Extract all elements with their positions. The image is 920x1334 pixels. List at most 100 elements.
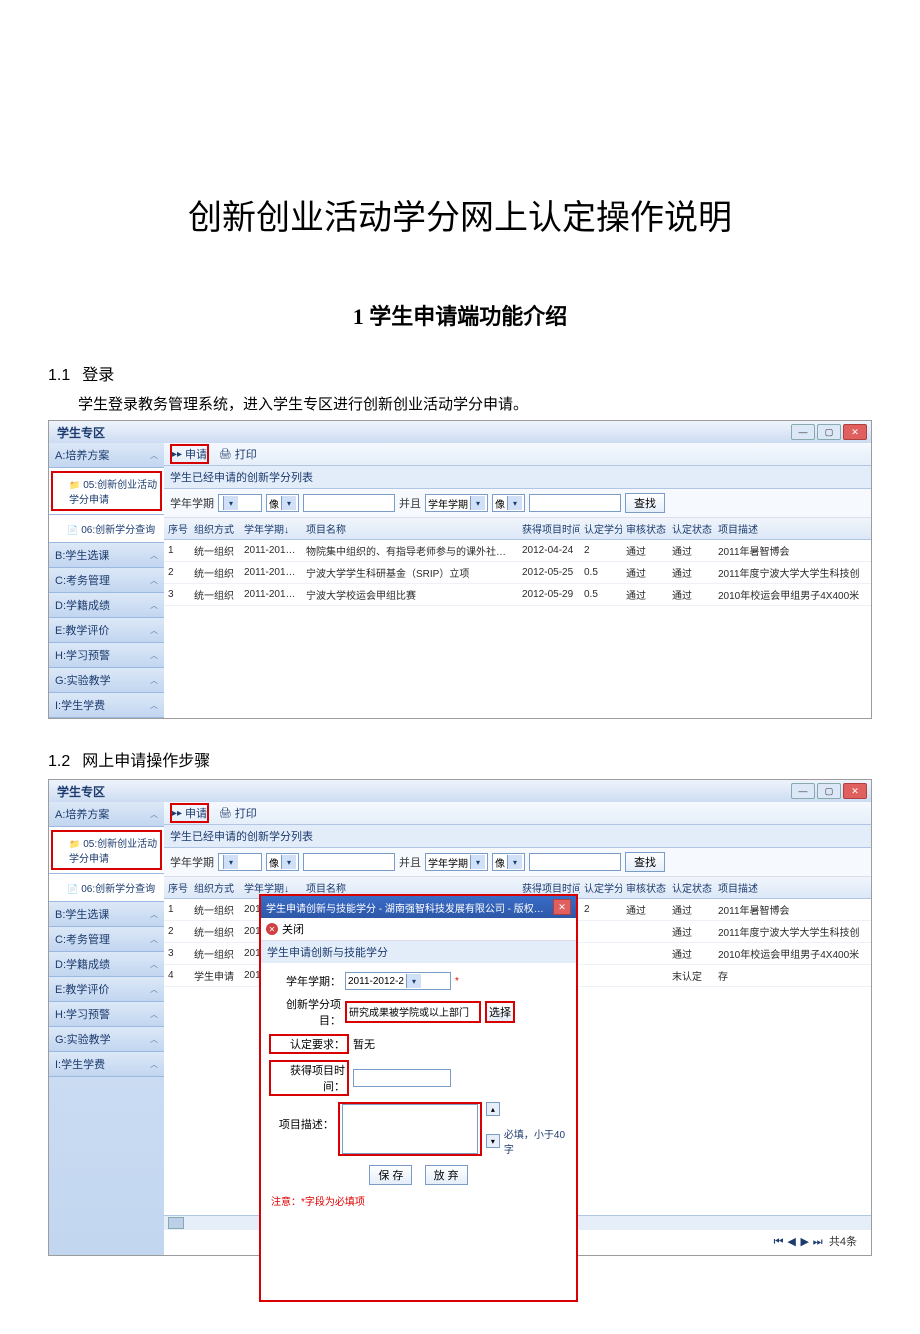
table-cell: 2010年校运会甲组男子4X400米 xyxy=(714,584,871,606)
sidebar-section[interactable]: G:实验教学︿ xyxy=(49,668,164,693)
sidebar-item[interactable]: 06:创新学分查询 xyxy=(51,877,162,898)
close-button[interactable]: ✕ xyxy=(843,424,867,440)
filter-op-select[interactable]: 像▾ xyxy=(266,494,299,512)
sidebar-section[interactable]: H:学习预警︿ xyxy=(49,643,164,668)
minimize-button[interactable]: — xyxy=(791,783,815,799)
column-header[interactable]: 认定学分 xyxy=(580,877,622,899)
column-header[interactable]: 序号 xyxy=(164,518,190,540)
table-cell: 2011年暑智博会 xyxy=(714,540,871,562)
filter-field2-select[interactable]: 学年学期▾ xyxy=(425,853,488,871)
page-prev-button[interactable]: ◀ xyxy=(787,1235,797,1248)
filter-field-select[interactable]: ▾ xyxy=(218,494,262,512)
search-button[interactable]: 查找 xyxy=(625,493,665,513)
sidebar-section[interactable]: A:培养方案︿ xyxy=(49,802,164,827)
column-header[interactable]: 组织方式 xyxy=(190,877,240,899)
dialog-close-link[interactable]: 关闭 xyxy=(282,921,304,937)
column-header[interactable]: 组织方式 xyxy=(190,518,240,540)
sidebar-section[interactable]: D:学籍成绩︿ xyxy=(49,952,164,977)
column-header[interactable]: 审核状态 xyxy=(622,518,668,540)
apply-button[interactable]: ▸▸申请 xyxy=(170,803,209,823)
column-header[interactable]: 项目名称 xyxy=(302,518,518,540)
cancel-button[interactable]: 放 弃 xyxy=(425,1165,468,1185)
filter-field-select[interactable]: ▾ xyxy=(218,853,262,871)
chevron-down-icon: ▾ xyxy=(406,974,421,988)
sidebar-section[interactable]: D:学籍成绩︿ xyxy=(49,593,164,618)
save-button[interactable]: 保 存 xyxy=(369,1165,412,1185)
filter-op2-select[interactable]: 像▾ xyxy=(492,853,525,871)
project-input[interactable]: 研究成果被学院或以上部门 xyxy=(345,1001,481,1023)
sidebar-item[interactable]: 05:创新创业活动学分申请 xyxy=(51,471,162,511)
table-row[interactable]: 3统一组织2011-2012-2宁波大学校运会甲组比赛2012-05-290.5… xyxy=(164,584,871,606)
filter-field2-select[interactable]: 学年学期▾ xyxy=(425,494,488,512)
print-button[interactable]: 🖨打印 xyxy=(219,446,257,462)
close-button[interactable]: ✕ xyxy=(843,783,867,799)
table-row[interactable]: 1统一组织2011-2012-2物院集中组织的、有指导老师参与的课外社会实践活2… xyxy=(164,540,871,562)
page-next-button[interactable]: ▶ xyxy=(800,1235,810,1248)
table-cell: 2 xyxy=(164,562,190,584)
list-caption: 学生已经申请的创新学分列表 xyxy=(164,466,871,489)
sidebar-section[interactable]: G:实验教学︿ xyxy=(49,1027,164,1052)
print-button[interactable]: 🖨打印 xyxy=(219,805,257,821)
column-header[interactable]: 获得项目时间 xyxy=(518,518,580,540)
term-select[interactable]: 2011-2012-2▾ xyxy=(345,972,451,990)
sidebar-item[interactable]: 05:创新创业活动学分申请 xyxy=(51,830,162,870)
column-header[interactable]: 认定学分 xyxy=(580,518,622,540)
search-button[interactable]: 查找 xyxy=(625,852,665,872)
page-first-button[interactable]: ⏮ xyxy=(774,1236,784,1249)
apply-button[interactable]: ▸▸申请 xyxy=(170,444,209,464)
maximize-button[interactable]: ▢ xyxy=(817,783,841,799)
column-header[interactable]: 认定状态 xyxy=(668,518,714,540)
filter-op-select[interactable]: 像▾ xyxy=(266,853,299,871)
table-cell: 2011年暑智博会 xyxy=(714,899,871,921)
section-number: 1.1 xyxy=(48,367,70,384)
screenshot-2: 学生专区 — ▢ ✕ A:培养方案︿05:创新创业活动学分申请06:创新学分查询… xyxy=(48,779,872,1256)
table-cell: 通过 xyxy=(622,584,668,606)
table-row[interactable]: 2统一组织2011-2012-2宁波大学学生科研基金（SRIP）立项2012-0… xyxy=(164,562,871,584)
apply-icon: ▸▸ xyxy=(172,449,182,460)
table-cell: 通过 xyxy=(668,584,714,606)
filter-value-input[interactable] xyxy=(303,853,395,871)
column-header[interactable]: 序号 xyxy=(164,877,190,899)
sidebar-section[interactable]: E:教学评价︿ xyxy=(49,977,164,1002)
filter-op2-select[interactable]: 像▾ xyxy=(492,494,525,512)
obtain-time-input[interactable] xyxy=(353,1069,451,1087)
minimize-button[interactable]: — xyxy=(791,424,815,440)
screenshot-1: 学生专区 — ▢ ✕ A:培养方案︿ 05:创新创业活动学分申请 06:创新学分查询… xyxy=(48,420,872,719)
sidebar-section[interactable]: I:学生学费︿ xyxy=(49,693,164,718)
column-header[interactable]: 认定状态 xyxy=(668,877,714,899)
table-cell: 2011-2012-2 xyxy=(240,584,302,606)
table-cell: 2 xyxy=(580,540,622,562)
sidebar-section[interactable]: H:学习预警︿ xyxy=(49,1002,164,1027)
scroll-down-button[interactable]: ▾ xyxy=(486,1134,500,1148)
column-header[interactable]: 项目描述 xyxy=(714,518,871,540)
page-last-button[interactable]: ⏭ xyxy=(813,1236,823,1249)
column-header[interactable]: 学年学期↓ xyxy=(240,518,302,540)
sidebar-section[interactable]: C:考务管理︿ xyxy=(49,568,164,593)
filter-value-input[interactable] xyxy=(303,494,395,512)
sidebar-section[interactable]: A:培养方案︿ xyxy=(49,443,164,468)
column-header[interactable]: 项目描述 xyxy=(714,877,871,899)
chevron-up-icon: ︿ xyxy=(150,625,158,636)
window-title: 学生专区 xyxy=(53,424,105,441)
dialog-close-button[interactable]: ✕ xyxy=(553,899,571,915)
maximize-button[interactable]: ▢ xyxy=(817,424,841,440)
section-1-2-heading: 1.2网上申请操作步骤 xyxy=(48,747,872,771)
close-icon[interactable]: ✕ xyxy=(266,923,278,935)
description-textarea[interactable] xyxy=(342,1104,478,1154)
sidebar-section[interactable]: B:学生选课︿ xyxy=(49,543,164,568)
sidebar-section[interactable]: C:考务管理︿ xyxy=(49,927,164,952)
filter-value2-input[interactable] xyxy=(529,853,621,871)
sidebar-section[interactable]: E:教学评价︿ xyxy=(49,618,164,643)
filter-value2-input[interactable] xyxy=(529,494,621,512)
sidebar-section[interactable]: B:学生选课︿ xyxy=(49,902,164,927)
scrollbar-thumb[interactable] xyxy=(168,1217,184,1229)
column-header[interactable]: 审核状态 xyxy=(622,877,668,899)
project-label: 创新学分项目： xyxy=(269,996,341,1028)
sidebar-section[interactable]: I:学生学费︿ xyxy=(49,1052,164,1077)
select-project-button[interactable]: 选择 xyxy=(485,1001,515,1023)
chevron-down-icon: ▾ xyxy=(507,855,522,869)
section-title: 网上申请操作步骤 xyxy=(82,753,210,770)
table-cell: 通过 xyxy=(668,562,714,584)
sidebar-item[interactable]: 06:创新学分查询 xyxy=(51,518,162,539)
scroll-up-button[interactable]: ▴ xyxy=(486,1102,500,1116)
